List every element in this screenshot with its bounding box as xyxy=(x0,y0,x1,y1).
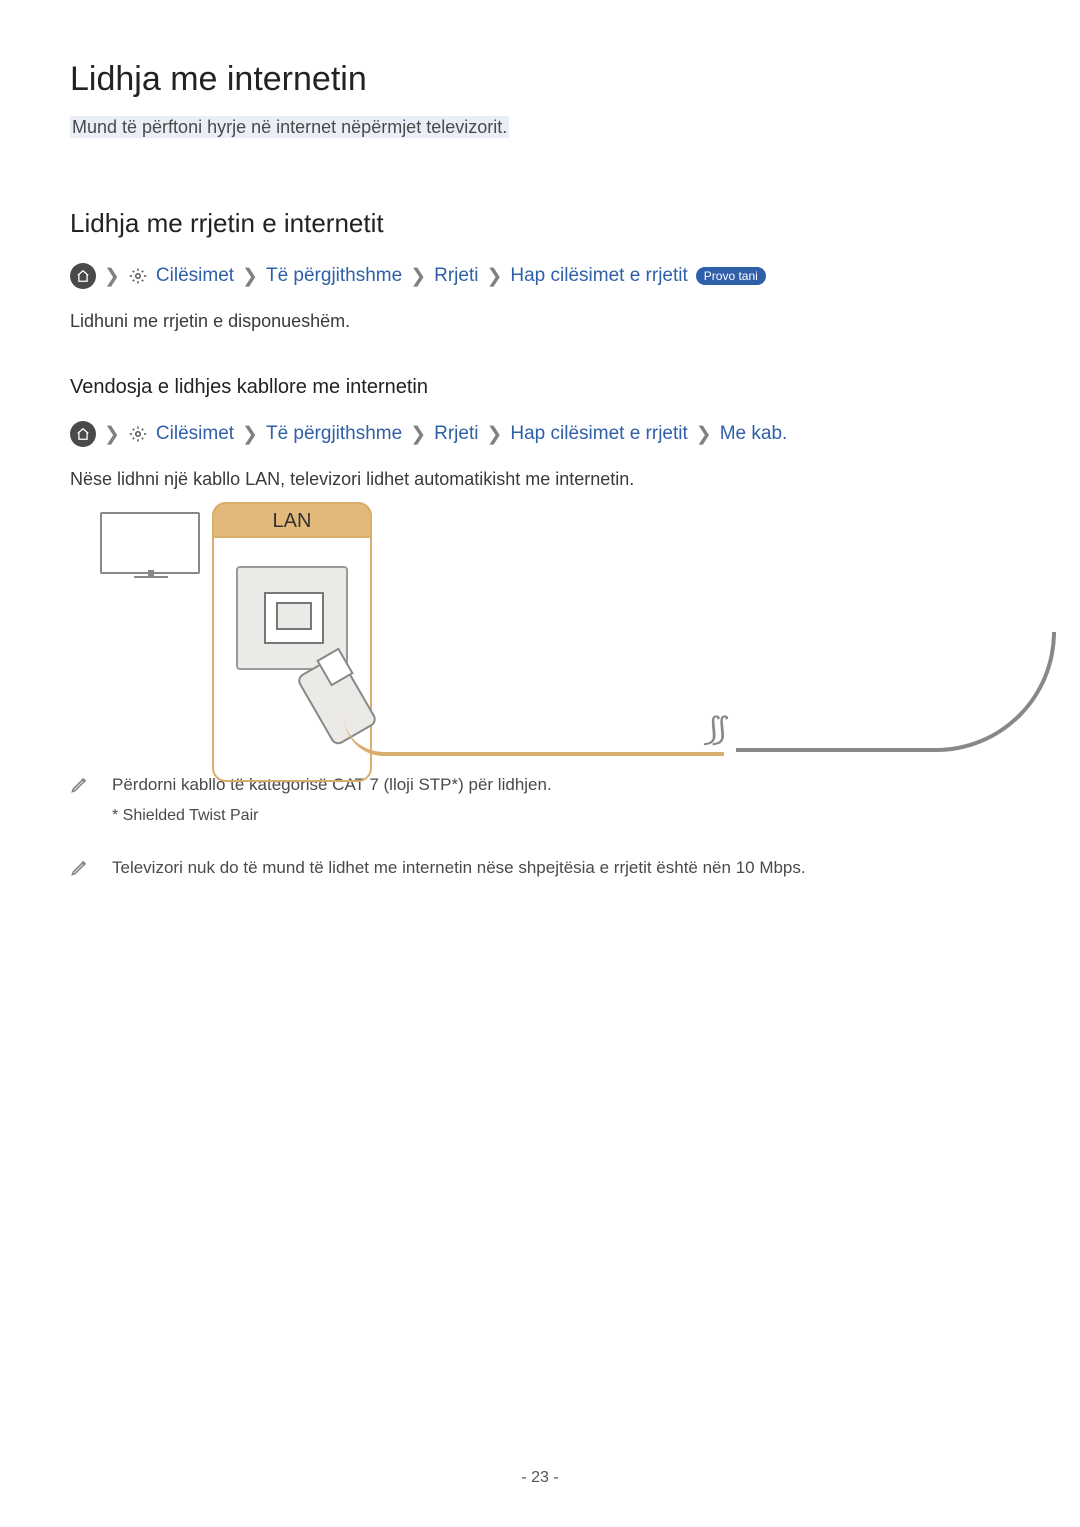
crumb-general[interactable]: Të përgjithshme xyxy=(266,423,402,445)
crumb-settings[interactable]: Cilësimet xyxy=(156,265,234,287)
crumb-wired[interactable]: Me kab. xyxy=(720,423,788,445)
crumb-open-network-settings[interactable]: Hap cilësimet e rrjetit xyxy=(510,423,687,445)
note-subtext: * Shielded Twist Pair xyxy=(112,804,552,829)
section-wired: Vendosja e lidhjes kabllore me interneti… xyxy=(70,376,1010,399)
gear-icon[interactable] xyxy=(128,424,148,444)
breadcrumb-path-1: ❯ Cilësimet ❯ Të përgjithshme ❯ Rrjeti ❯… xyxy=(70,263,1010,289)
chevron-right-icon: ❯ xyxy=(104,423,120,446)
try-now-button[interactable]: Provo tani xyxy=(696,267,766,286)
tv-stand-icon xyxy=(134,576,168,578)
crumb-general[interactable]: Të përgjithshme xyxy=(266,265,402,287)
pencil-icon xyxy=(70,774,92,799)
chevron-right-icon: ❯ xyxy=(242,423,258,446)
connect-available-text: Lidhuni me rrjetin e disponueshëm. xyxy=(70,311,1010,332)
crumb-network[interactable]: Rrjeti xyxy=(434,423,478,445)
auto-connect-text: Nëse lidhni një kabllo LAN, televizori l… xyxy=(70,469,1010,490)
chevron-right-icon: ❯ xyxy=(242,265,258,288)
lan-diagram: LAN ⟆⟆ xyxy=(100,512,1010,742)
chevron-right-icon: ❯ xyxy=(104,265,120,288)
chevron-right-icon: ❯ xyxy=(486,423,502,446)
cable-segment-icon xyxy=(344,716,724,756)
tv-icon xyxy=(100,512,200,574)
note-1: Përdorni kabllo të kategorisë CAT 7 (llo… xyxy=(70,772,1010,829)
crumb-open-network-settings[interactable]: Hap cilësimet e rrjetit xyxy=(510,265,687,287)
home-icon[interactable] xyxy=(70,263,96,289)
note-2: Televizori nuk do të mund të lidhet me i… xyxy=(70,855,1010,882)
section-connect-network: Lidhja me rrjetin e internetit xyxy=(70,208,1010,239)
note-text: Televizori nuk do të mund të lidhet me i… xyxy=(112,855,806,881)
cable-break-icon: ⟆⟆ xyxy=(704,710,721,748)
gear-icon[interactable] xyxy=(128,266,148,286)
crumb-settings[interactable]: Cilësimet xyxy=(156,423,234,445)
chevron-right-icon: ❯ xyxy=(410,265,426,288)
crumb-network[interactable]: Rrjeti xyxy=(434,265,478,287)
home-icon[interactable] xyxy=(70,421,96,447)
intro-text: Mund të përftoni hyrje në internet nëpër… xyxy=(70,116,509,138)
breadcrumb-path-2: ❯ Cilësimet ❯ Të përgjithshme ❯ Rrjeti ❯… xyxy=(70,421,1010,447)
chevron-right-icon: ❯ xyxy=(696,423,712,446)
chevron-right-icon: ❯ xyxy=(410,423,426,446)
chevron-right-icon: ❯ xyxy=(486,265,502,288)
lan-label: LAN xyxy=(212,502,372,538)
page-title: Lidhja me internetin xyxy=(70,60,1010,99)
cable-segment-icon xyxy=(736,632,1056,752)
pencil-icon xyxy=(70,857,92,882)
page-number: - 23 - xyxy=(0,1469,1080,1487)
